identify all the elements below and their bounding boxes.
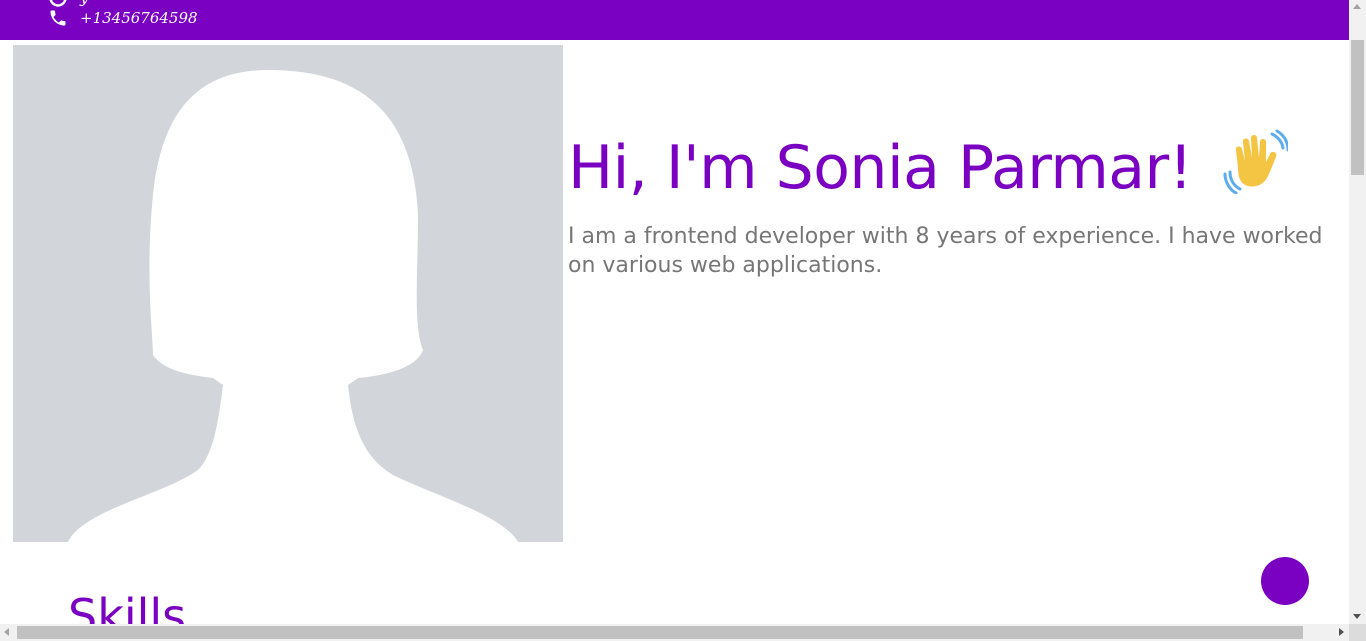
- scroll-right-arrow-icon[interactable]: [1339, 628, 1344, 636]
- phone-icon: [50, 10, 66, 26]
- email-text[interactable]: y: [80, 0, 88, 7]
- scroll-down-arrow-icon[interactable]: [1353, 614, 1361, 619]
- vertical-scrollbar[interactable]: [1349, 0, 1366, 624]
- floating-action-button[interactable]: [1261, 557, 1309, 605]
- hero-description: I am a frontend developer with 8 years o…: [568, 224, 1323, 278]
- email-icon: [49, 0, 67, 7]
- horizontal-scrollbar[interactable]: [0, 624, 1349, 641]
- scrollbar-corner: [1349, 624, 1366, 641]
- email-contact[interactable]: y: [48, 0, 88, 8]
- horizontal-scroll-thumb[interactable]: [17, 626, 1303, 639]
- phone-number[interactable]: +13456764598: [80, 9, 198, 27]
- waving-hand-icon: [1223, 129, 1288, 194]
- vertical-scroll-thumb[interactable]: [1351, 40, 1364, 175]
- scroll-up-arrow-icon[interactable]: [1353, 4, 1361, 9]
- scroll-left-arrow-icon[interactable]: [4, 628, 9, 636]
- avatar-placeholder-icon: [68, 70, 518, 542]
- profile-photo: [13, 45, 563, 542]
- contact-bar: y +13456764598: [0, 0, 1349, 40]
- hero-title: Hi, I'm Sonia Parmar!: [568, 133, 1193, 203]
- skills-heading: Skills: [68, 589, 187, 624]
- phone-contact[interactable]: +13456764598: [48, 8, 198, 28]
- page-viewport: y +13456764598 Hi, I'm Sonia Parmar! I a…: [0, 0, 1349, 624]
